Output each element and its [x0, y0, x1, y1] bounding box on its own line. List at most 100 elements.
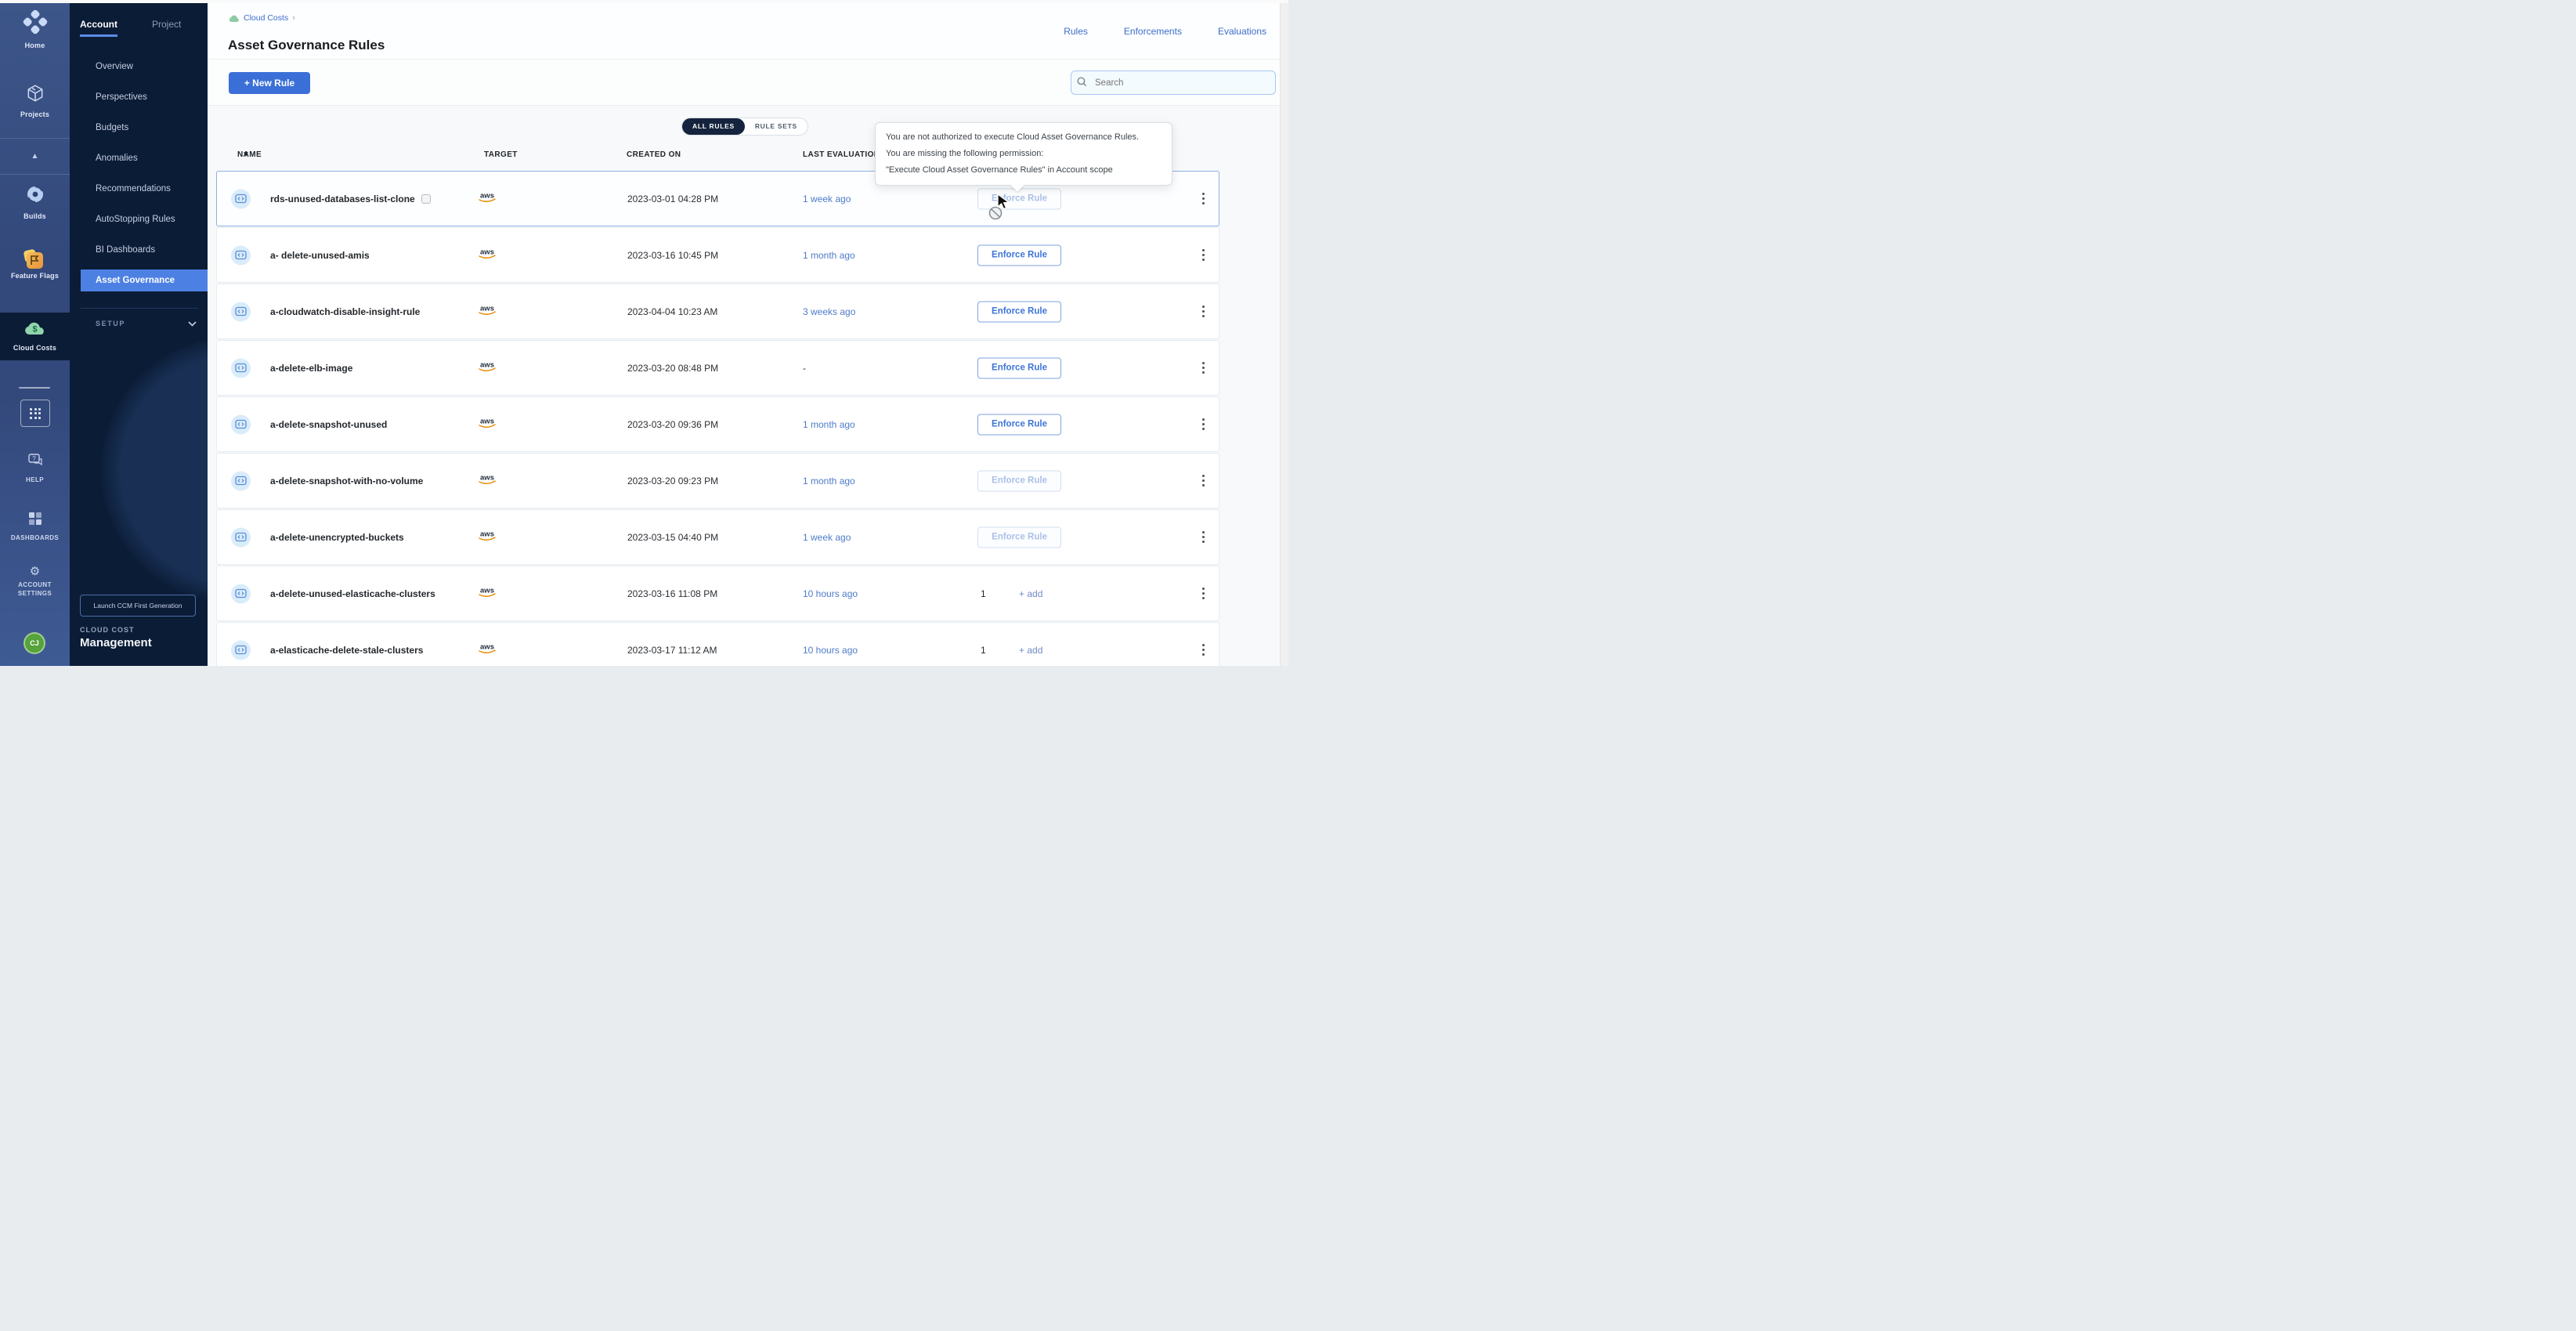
enforce-rule-button[interactable]: Enforce Rule	[977, 414, 1061, 435]
tooltip-line: "Execute Cloud Asset Governance Rules" i…	[886, 162, 1162, 179]
aws-target-icon: aws	[475, 302, 499, 320]
rule-name: a-delete-snapshot-with-no-volume	[270, 476, 423, 486]
sidebar-item-anomalies[interactable]: Anomalies	[70, 143, 208, 174]
collapse-arrow-icon[interactable]: ▲	[0, 152, 70, 161]
aws-target-icon: aws	[475, 415, 499, 433]
row-menu-button[interactable]	[1198, 414, 1209, 435]
rail-item-account-settings[interactable]: ⚙ ACCOUNT SETTINGS	[0, 566, 70, 598]
enforce-rule-button: Enforce Rule	[977, 526, 1061, 548]
rule-icon	[231, 358, 251, 378]
toggle-all-rules[interactable]: ALL RULES	[682, 118, 745, 135]
nav-link-enforcements[interactable]: Enforcements	[1124, 26, 1182, 37]
enforce-rule-button[interactable]: Enforce Rule	[977, 244, 1061, 266]
search-input[interactable]	[1071, 71, 1276, 95]
rail-item-builds[interactable]: Builds	[0, 183, 70, 221]
table-row[interactable]: a-delete-unused-elasticache-clusters aws…	[216, 566, 1219, 621]
sidebar-item-bi-dashboards[interactable]: BI Dashboards	[70, 235, 208, 266]
last-evaluation: 1 week ago	[803, 194, 851, 204]
nav-link-evaluations[interactable]: Evaluations	[1218, 26, 1266, 37]
top-strip	[0, 0, 1288, 3]
aws-target-icon: aws	[475, 190, 499, 208]
svg-text:aws: aws	[480, 248, 494, 256]
chevron-down-icon	[188, 321, 197, 327]
rule-icon	[231, 414, 251, 434]
toggle-rule-sets[interactable]: RULE SETS	[745, 118, 807, 135]
row-menu-button[interactable]	[1198, 527, 1209, 548]
new-rule-button[interactable]: + New Rule	[229, 72, 310, 94]
aws-target-icon: aws	[475, 528, 499, 546]
setup-section-toggle[interactable]: SETUP	[96, 320, 197, 327]
sidebar-item-autostopping-rules[interactable]: AutoStopping Rules	[70, 204, 208, 235]
table-row[interactable]: a-cloudwatch-disable-insight-rule aws 20…	[216, 284, 1219, 339]
svg-text:aws: aws	[480, 586, 494, 595]
svg-text:aws: aws	[480, 417, 494, 425]
column-header-last-evaluation: LAST EVALUATION	[803, 150, 880, 159]
last-evaluation: 1 week ago	[803, 532, 851, 543]
rule-name: a-delete-snapshot-unused	[270, 419, 387, 430]
rail-label: Projects	[20, 110, 49, 119]
last-evaluation: 10 hours ago	[803, 645, 858, 656]
add-enforcement-link[interactable]: + add	[1019, 588, 1042, 599]
enforce-rule-button[interactable]: Enforce Rule	[977, 301, 1061, 322]
rail-label: Feature Flags	[11, 272, 59, 280]
cube-icon	[25, 83, 45, 107]
rule-name: a-elasticache-delete-stale-clusters	[270, 645, 423, 656]
sidebar-divider	[81, 308, 198, 309]
tab-project[interactable]: Project	[152, 19, 181, 37]
user-avatar[interactable]: CJ	[23, 632, 45, 654]
rail-item-home[interactable]: Home	[0, 9, 70, 50]
created-on: 2023-03-15 04:40 PM	[627, 532, 718, 543]
rule-name: a-delete-unencrypted-buckets	[270, 532, 404, 543]
clone-checkbox[interactable]	[421, 194, 431, 204]
svg-text:aws: aws	[480, 304, 494, 313]
rail-item-dashboards[interactable]: DASHBOARDS	[0, 511, 70, 542]
module-picker-button[interactable]	[20, 400, 50, 427]
sidebar-item-recommendations[interactable]: Recommendations	[70, 174, 208, 204]
sidebar-menu: Overview Perspectives Budgets Anomalies …	[70, 52, 208, 296]
gear-icon: ⚙	[30, 566, 40, 577]
table-row[interactable]: a-delete-unencrypted-buckets aws 2023-03…	[216, 509, 1219, 565]
rail-label: Home	[25, 42, 45, 50]
sidebar-item-overview[interactable]: Overview	[70, 52, 208, 82]
row-menu-button[interactable]	[1198, 640, 1209, 660]
scrollbar[interactable]	[1280, 0, 1288, 666]
rail-item-feature-flags[interactable]: Feature Flags	[0, 252, 70, 280]
sidebar-item-asset-governance[interactable]: Asset Governance	[81, 269, 208, 291]
cloud-costs-breadcrumb-icon	[229, 14, 240, 23]
rail-item-projects[interactable]: Projects	[0, 83, 70, 119]
rule-icon	[231, 584, 251, 603]
sidebar-item-budgets[interactable]: Budgets	[70, 113, 208, 143]
enforce-rule-button[interactable]: Enforce Rule	[977, 357, 1061, 378]
aws-target-icon: aws	[475, 359, 499, 377]
tab-account[interactable]: Account	[80, 19, 117, 37]
row-menu-button[interactable]	[1198, 302, 1209, 322]
sidebar-item-perspectives[interactable]: Perspectives	[70, 82, 208, 113]
breadcrumb-link[interactable]: Cloud Costs	[244, 13, 288, 23]
nav-link-rules[interactable]: Rules	[1064, 26, 1088, 37]
table-row[interactable]: a-delete-snapshot-unused aws 2023-03-20 …	[216, 396, 1219, 452]
cloud-costs-sidebar: Account Project Overview Perspectives Bu…	[70, 0, 208, 666]
svg-text:aws: aws	[480, 530, 494, 538]
table-row[interactable]: a- delete-unused-amis aws 2023-03-16 10:…	[216, 227, 1219, 283]
svg-text:aws: aws	[480, 473, 494, 482]
svg-text:?: ?	[32, 455, 36, 462]
row-menu-button[interactable]	[1198, 358, 1209, 378]
avatar-initials: CJ	[30, 639, 39, 647]
row-menu-button[interactable]	[1198, 471, 1209, 491]
rail-item-cloud-costs[interactable]: $ Cloud Costs	[0, 313, 70, 360]
last-evaluation: 1 month ago	[803, 419, 855, 430]
row-menu-button[interactable]	[1198, 189, 1209, 209]
breadcrumb: Cloud Costs ›	[229, 13, 295, 23]
table-row[interactable]: a-delete-snapshot-with-no-volume aws 202…	[216, 453, 1219, 508]
last-evaluation: 10 hours ago	[803, 588, 858, 599]
add-enforcement-link[interactable]: + add	[1019, 645, 1042, 656]
created-on: 2023-03-01 04:28 PM	[627, 194, 718, 204]
rail-label: HELP	[26, 476, 44, 484]
rule-icon	[231, 640, 251, 660]
row-menu-button[interactable]	[1198, 245, 1209, 266]
row-menu-button[interactable]	[1198, 584, 1209, 604]
rail-item-help[interactable]: ? HELP	[0, 453, 70, 484]
launch-ccm-first-gen-button[interactable]: Launch CCM First Generation	[80, 595, 196, 617]
table-row[interactable]: a-elasticache-delete-stale-clusters aws …	[216, 622, 1219, 666]
table-row[interactable]: a-delete-elb-image aws 2023-03-20 08:48 …	[216, 340, 1219, 396]
